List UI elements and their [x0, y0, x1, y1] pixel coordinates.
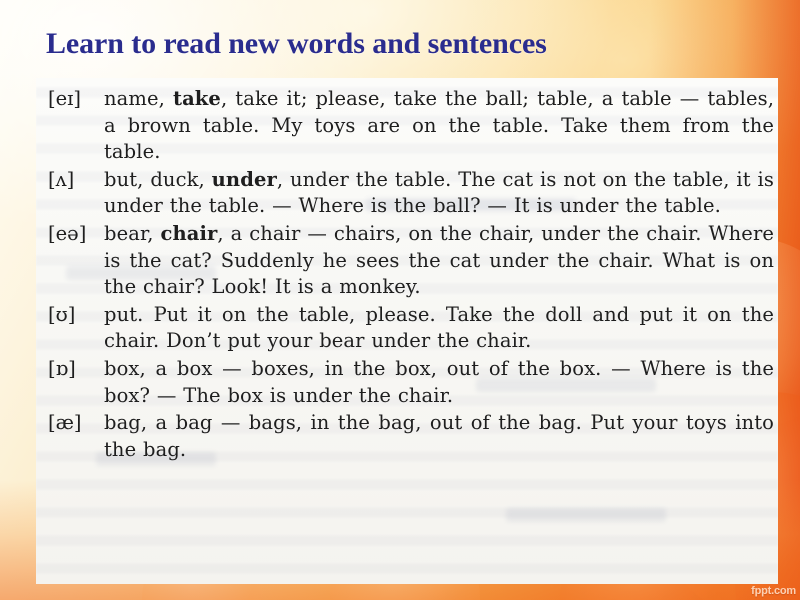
- scanned-textbook-page: [eɪ] name, take, take it; please, take th…: [36, 78, 778, 584]
- pronunciation-entry-list: [eɪ] name, take, take it; please, take th…: [36, 78, 778, 584]
- pronunciation-entry: [ʊ] put. Put it on the table, please. Tak…: [42, 302, 776, 355]
- entry-text-run: put. Put it on the table, please. Take t…: [104, 302, 774, 353]
- ipa-symbol: [æ]: [48, 411, 82, 435]
- ipa-symbol: [eɪ]: [48, 87, 81, 110]
- entry-text: put. Put it on the table, please. Take t…: [104, 302, 776, 355]
- slide-canvas: Learn to read new words and sentences [e…: [0, 0, 800, 600]
- ipa-symbol: [eə]: [48, 221, 87, 245]
- pronunciation-entry: [eə] bear, chair, a chair — chairs, on th…: [42, 221, 776, 301]
- keyword-bold: take: [172, 87, 221, 110]
- keyword-bold: chair: [160, 221, 218, 245]
- watermark-label: fppt.com: [751, 585, 796, 597]
- pronunciation-entry: [ʌ] but, duck, under, under the table. Th…: [42, 167, 776, 220]
- pronunciation-entry: [ɒ] box, a box — boxes, in the box, out o…: [42, 356, 776, 409]
- entry-text: but, duck, under, under the table. The c…: [104, 167, 776, 220]
- entry-text-run: name,: [104, 87, 173, 110]
- entry-text: bear, chair, a chair — chairs, on the ch…: [104, 221, 776, 301]
- ipa-symbol: [ʊ]: [48, 302, 76, 326]
- keyword-bold: under: [211, 167, 277, 191]
- pronunciation-entry: [æ] bag, a bag — bags, in the bag, out of…: [42, 410, 776, 463]
- pronunciation-entry: [eɪ] name, take, take it; please, take th…: [42, 86, 776, 166]
- page-title: Learn to read new words and sentences: [46, 27, 547, 60]
- ipa-symbol: [ʌ]: [48, 167, 75, 191]
- entry-text: box, a box — boxes, in the box, out of t…: [104, 356, 776, 409]
- ipa-symbol: [ɒ]: [48, 356, 76, 380]
- entry-text: bag, a bag — bags, in the bag, out of th…: [104, 410, 776, 463]
- entry-text-run: bag, a bag — bags, in the bag, out of th…: [104, 411, 774, 461]
- entry-text: name, take, take it; please, take the ba…: [104, 86, 776, 166]
- entry-text-run: but, duck,: [104, 167, 212, 191]
- entry-text-run: bear,: [104, 221, 161, 245]
- entry-text-run: box, a box — boxes, in the box, out of t…: [104, 356, 774, 407]
